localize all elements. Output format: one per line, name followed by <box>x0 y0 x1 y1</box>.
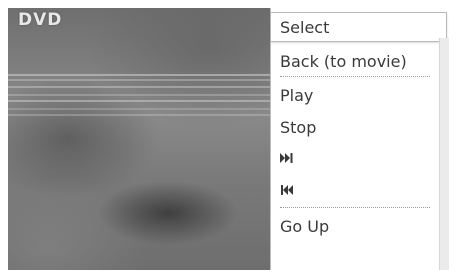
menu-item-label: Select <box>280 17 330 37</box>
menu-item-skip-next[interactable] <box>271 143 439 173</box>
video-streak <box>8 94 270 96</box>
menu-item-select[interactable]: Select <box>271 12 447 42</box>
menu-item-label: Stop <box>280 117 317 137</box>
menu-item-back-to-movie[interactable]: Back (to movie) <box>271 46 439 76</box>
skip-previous-icon <box>280 185 294 195</box>
menu-separator <box>280 207 430 208</box>
menu-item-stop[interactable]: Stop <box>271 112 439 142</box>
video-preview: DVD <box>8 8 270 270</box>
video-streak <box>8 86 270 88</box>
menu-item-go-up[interactable]: Go Up <box>271 211 439 241</box>
dvd-screen: DVD Select Back (to movie) Play Stop Go … <box>8 8 449 270</box>
menu-item-label: Play <box>280 85 314 105</box>
skip-next-icon <box>280 153 294 163</box>
video-streak <box>8 114 270 116</box>
dvd-source-label: DVD <box>18 10 63 30</box>
menu-item-play[interactable]: Play <box>271 80 439 110</box>
video-streak <box>8 108 270 110</box>
menu-item-label: Go Up <box>280 216 330 236</box>
video-streak <box>8 74 270 76</box>
dvd-menu: Select Back (to movie) Play Stop Go Up <box>270 8 449 270</box>
video-streak <box>8 100 270 102</box>
menu-item-skip-previous[interactable] <box>271 175 439 205</box>
menu-separator <box>280 76 430 77</box>
menu-scroll-strip <box>439 38 449 270</box>
video-streak <box>8 79 270 81</box>
menu-item-label: Back (to movie) <box>280 51 407 71</box>
